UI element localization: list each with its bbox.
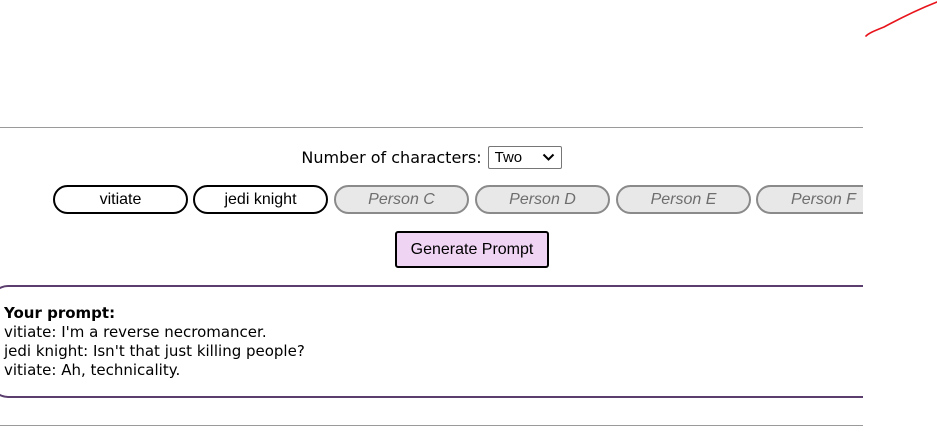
character-count-row: Number of characters: Two [0,145,863,169]
character-field-2-text: jedi knight [224,190,297,208]
character-field-2[interactable]: jedi knight [193,185,328,214]
prompt-line: vitiate: I'm a reverse necromancer. [4,323,267,341]
red-pen-stroke [865,1,937,37]
character-field-5-placeholder: Person E [650,190,717,208]
prompt-line: jedi knight: Isn't that just killing peo… [4,342,305,360]
generate-prompt-label: Generate Prompt [410,240,534,258]
character-field-6-placeholder: Person F [791,190,856,208]
generate-prompt-button[interactable]: Generate Prompt [395,231,549,268]
character-count-value: Two [494,148,523,166]
character-count-label: Number of characters: [301,147,482,167]
character-field-4: Person D [475,185,610,214]
character-name-fields: vitiate jedi knight Person C Person D Pe… [53,185,863,215]
bottom-divider [0,425,863,426]
character-field-3: Person C [334,185,469,214]
chevron-down-icon [542,153,554,161]
top-divider [0,127,863,128]
character-field-1-text: vitiate [99,190,142,208]
prompt-line: vitiate: Ah, technicality. [4,361,181,379]
character-field-6: Person F [756,185,863,214]
prompt-output: Your prompt: vitiate: I'm a reverse necr… [4,304,305,380]
character-field-1[interactable]: vitiate [53,185,188,214]
character-field-5: Person E [616,185,751,214]
character-count-select[interactable]: Two [487,145,562,169]
prompt-heading: Your prompt: [4,304,116,322]
character-field-4-placeholder: Person D [509,190,576,208]
character-field-3-placeholder: Person C [368,190,435,208]
